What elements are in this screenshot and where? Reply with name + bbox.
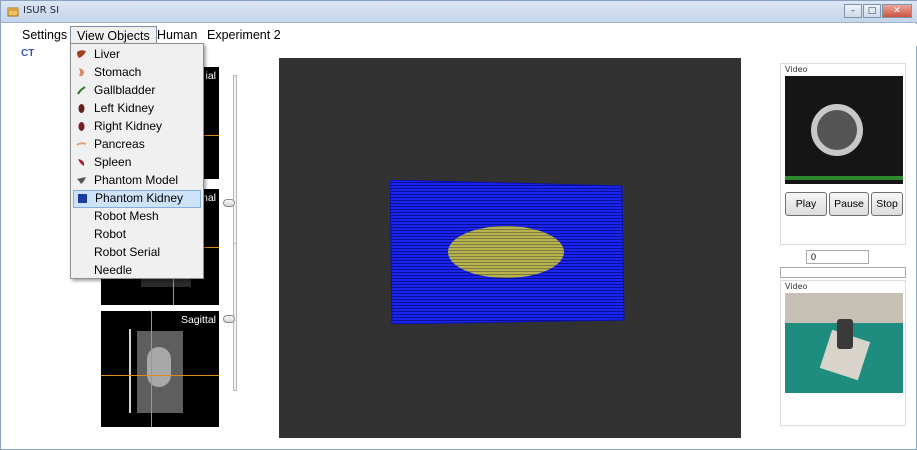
phantom-kidney-icon	[78, 194, 87, 203]
menu-item-needle[interactable]: Needle	[73, 262, 201, 280]
phantom-model-icon	[77, 177, 86, 184]
ultrasound-video	[785, 76, 903, 184]
sagittal-crosshair-horizontal	[101, 375, 219, 376]
video-label-bottom: Video	[785, 282, 808, 291]
tab-ct[interactable]: CT	[21, 48, 34, 59]
menu-experiment-2[interactable]: Experiment 2	[201, 26, 287, 46]
video-panel-ultrasound: Video Play Pause Stop	[780, 63, 906, 245]
video-label-top: Video	[785, 65, 808, 74]
camera-video	[785, 293, 903, 393]
maximize-button[interactable]: □	[863, 4, 881, 18]
app-icon	[7, 7, 19, 17]
menu-item-pancreas[interactable]: Pancreas	[73, 136, 201, 154]
title-bar[interactable]: ISUR SI – □ ✕	[1, 1, 917, 23]
3d-viewport[interactable]	[279, 58, 741, 438]
sagittal-crosshair-vertical	[151, 311, 152, 427]
menu-settings[interactable]: Settings	[16, 26, 73, 46]
sagittal-label: Sagittal	[180, 314, 216, 326]
minimize-button[interactable]: –	[844, 4, 862, 18]
menu-item-phantom-kidney[interactable]: Phantom Kidney	[73, 190, 201, 208]
camera-probe	[837, 319, 853, 349]
close-button[interactable]: ✕	[882, 4, 912, 18]
sagittal-slider-thumb[interactable]	[223, 315, 235, 323]
menu-item-gallbladder[interactable]: Gallbladder	[73, 82, 201, 100]
pancreas-icon	[76, 142, 87, 146]
ultrasound-progress-bar	[785, 176, 903, 180]
menu-item-right-kidney[interactable]: Right Kidney	[73, 118, 201, 136]
phantom-mesh-render	[390, 180, 625, 324]
right-kidney-icon	[78, 122, 85, 131]
kidney-mesh	[448, 226, 564, 278]
coronal-label: nal	[201, 192, 216, 204]
left-kidney-icon	[78, 104, 85, 113]
ultrasound-target	[811, 104, 863, 156]
app-window: ISUR SI – □ ✕ Settings View Objects Huma…	[0, 0, 917, 450]
liver-icon	[77, 50, 86, 58]
stomach-icon	[79, 68, 84, 77]
pause-button[interactable]: Pause	[829, 192, 869, 216]
menu-item-robot-mesh[interactable]: Robot Mesh	[73, 208, 201, 226]
sagittal-needle-line	[129, 329, 131, 413]
menu-item-robot[interactable]: Robot	[73, 226, 201, 244]
stop-button[interactable]: Stop	[871, 192, 903, 216]
status-field[interactable]	[780, 267, 906, 278]
window-controls: – □ ✕	[843, 4, 912, 18]
video-panel-camera: Video	[780, 280, 906, 426]
frame-index-field[interactable]: 0	[806, 250, 869, 264]
sagittal-slice-view[interactable]: Sagittal	[101, 311, 219, 427]
window-title: ISUR SI	[23, 5, 60, 16]
play-button[interactable]: Play	[785, 192, 827, 216]
menu-item-robot-serial[interactable]: Robot Serial	[73, 244, 201, 262]
menu-item-phantom-model[interactable]: Phantom Model	[73, 172, 201, 190]
axial-label: ial	[205, 70, 216, 82]
menu-item-stomach[interactable]: Stomach	[73, 64, 201, 82]
menu-item-left-kidney[interactable]: Left Kidney	[73, 100, 201, 118]
coronal-slider-thumb[interactable]	[223, 199, 235, 207]
view-objects-dropdown: Liver Stomach Gallbladder Left Kidney Ri…	[70, 43, 204, 279]
spleen-icon	[78, 159, 85, 166]
menu-item-liver[interactable]: Liver	[73, 46, 201, 64]
gallbladder-icon	[77, 86, 86, 95]
menu-item-spleen[interactable]: Spleen	[73, 154, 201, 172]
